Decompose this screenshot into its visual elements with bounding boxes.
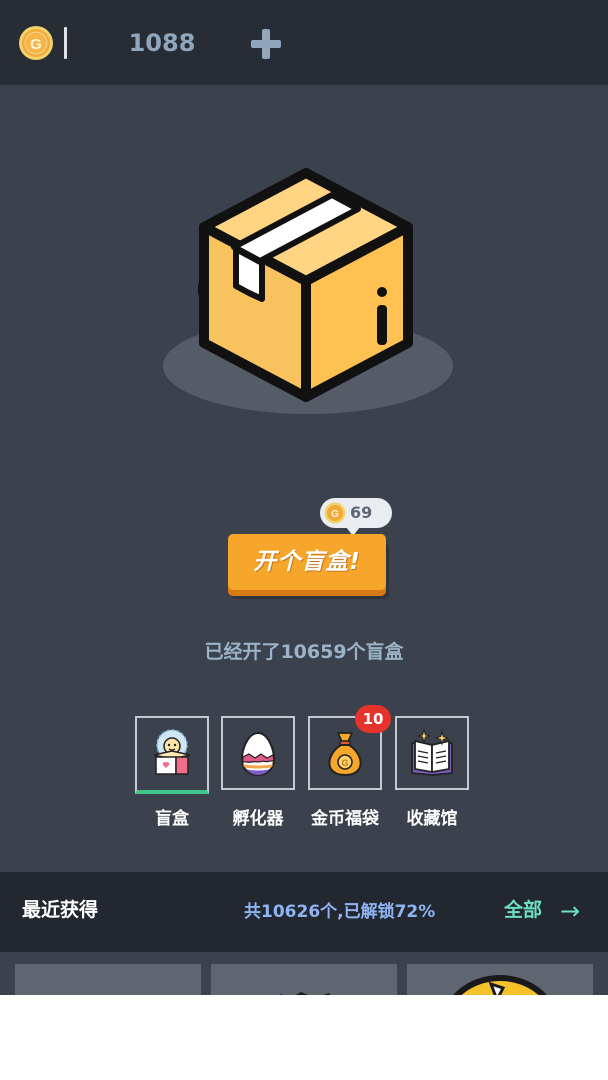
tab-coin-bag-label: 金币福袋: [311, 809, 379, 829]
recent-item-card[interactable]: [15, 964, 201, 995]
tab-incubator-label: 孵化器: [232, 809, 284, 829]
item-artwork-icon: [280, 992, 331, 995]
svg-text:G: G: [30, 36, 42, 53]
price-bubble: G 69: [320, 498, 392, 536]
coin-divider: [64, 27, 67, 59]
coin-bag-badge: 10: [355, 705, 391, 733]
recent-item-card[interactable]: [211, 964, 397, 995]
egg-icon: [240, 731, 276, 777]
tab-incubator[interactable]: [221, 716, 295, 790]
open-button-label: 开个盲盒!: [253, 549, 361, 575]
cardboard-box-icon: [163, 168, 453, 414]
app-screen: G 1088 G 69 开个盲盒! 已经开了10659个盲盒 盲盒 孵化器 G …: [0, 0, 608, 995]
tab-collection[interactable]: [395, 716, 469, 790]
recent-title: 最近获得: [22, 899, 99, 921]
recent-item-card[interactable]: [407, 964, 593, 995]
view-all-link[interactable]: 全部: [504, 892, 542, 928]
add-coins-button[interactable]: [249, 27, 283, 61]
top-bar: G 1088: [0, 0, 608, 85]
gold-coin-icon: G: [324, 502, 346, 524]
tab-blind-box[interactable]: [135, 716, 209, 794]
money-bag-icon: G: [328, 732, 362, 777]
recent-header: 最近获得 共10626个,已解锁72% 全部 →: [0, 872, 608, 952]
opened-count-text: 已经开了10659个盲盒: [204, 641, 404, 663]
svg-text:G: G: [331, 509, 339, 520]
open-blind-box-button[interactable]: 开个盲盒!: [228, 534, 386, 590]
item-artwork-icon: [453, 975, 547, 995]
surprise-box-icon: [153, 729, 191, 775]
svg-text:G: G: [341, 758, 348, 768]
book-icon: [411, 729, 453, 776]
arrow-right-icon[interactable]: →: [560, 893, 580, 929]
tab-blind-box-label: 盲盒: [155, 809, 189, 829]
gold-coin-icon: G: [19, 26, 53, 60]
open-price: 69: [350, 503, 373, 522]
coin-balance: 1088: [128, 29, 196, 57]
tab-collection-label: 收藏馆: [406, 809, 458, 829]
unlock-summary: 共10626个,已解锁72%: [244, 902, 436, 922]
